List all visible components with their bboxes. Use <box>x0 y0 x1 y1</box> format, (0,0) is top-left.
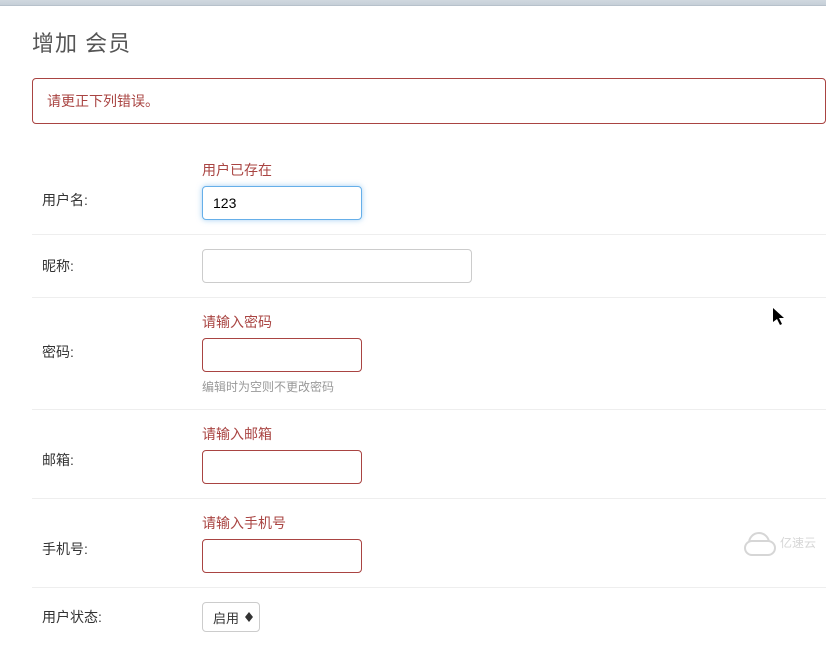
select-status[interactable]: 启用 <box>202 602 260 632</box>
input-password[interactable] <box>202 338 362 372</box>
label-phone: 手机号: <box>32 513 202 559</box>
watermark: 亿速云 <box>744 532 816 552</box>
control-password: 请输入密码 编辑时为空则不更改密码 <box>202 312 826 395</box>
error-alert: 请更正下列错误。 <box>32 78 826 124</box>
control-nickname <box>202 249 826 283</box>
watermark-text: 亿速云 <box>780 534 816 551</box>
control-phone: 请输入手机号 <box>202 513 826 573</box>
label-email: 邮箱: <box>32 424 202 470</box>
input-email[interactable] <box>202 450 362 484</box>
chevron-up-down-icon <box>245 612 253 622</box>
error-alert-text: 请更正下列错误。 <box>47 93 159 109</box>
page-content: 增加 会员 请更正下列错误。 用户名: 用户已存在 昵称: 密码: 请输入密码 … <box>0 6 826 646</box>
error-phone: 请输入手机号 <box>202 513 826 533</box>
control-email: 请输入邮箱 <box>202 424 826 484</box>
input-username[interactable] <box>202 186 362 220</box>
label-password: 密码: <box>32 312 202 362</box>
row-username: 用户名: 用户已存在 <box>32 146 826 235</box>
label-username: 用户名: <box>32 160 202 210</box>
row-nickname: 昵称: <box>32 235 826 298</box>
control-status: 启用 <box>202 602 826 632</box>
page-title: 增加 会员 <box>32 26 826 58</box>
input-phone[interactable] <box>202 539 362 573</box>
cloud-icon <box>744 532 776 552</box>
input-nickname[interactable] <box>202 249 472 283</box>
error-username: 用户已存在 <box>202 160 826 180</box>
help-password: 编辑时为空则不更改密码 <box>202 378 826 395</box>
select-status-value: 启用 <box>213 608 239 627</box>
error-email: 请输入邮箱 <box>202 424 826 444</box>
row-password: 密码: 请输入密码 编辑时为空则不更改密码 <box>32 298 826 410</box>
row-email: 邮箱: 请输入邮箱 <box>32 410 826 499</box>
row-status: 用户状态: 启用 <box>32 588 826 646</box>
row-phone: 手机号: 请输入手机号 <box>32 499 826 588</box>
label-status: 用户状态: <box>32 607 202 627</box>
label-nickname: 昵称: <box>32 256 202 276</box>
control-username: 用户已存在 <box>202 160 826 220</box>
error-password: 请输入密码 <box>202 312 826 332</box>
